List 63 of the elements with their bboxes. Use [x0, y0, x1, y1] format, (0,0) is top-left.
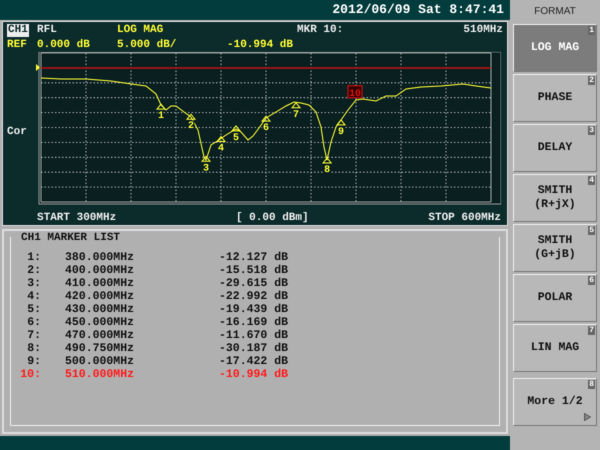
stop-frequency: STOP 600MHz — [428, 212, 501, 225]
marker-frequency: 430.000MHz — [65, 302, 136, 316]
marker-frequency: 510MHz — [463, 24, 503, 37]
softkey-number: 3 — [588, 126, 595, 135]
marker-number: 8: — [26, 342, 42, 356]
marker-number: 3: — [26, 276, 42, 290]
reference-pointer-icon — [36, 64, 40, 71]
scale-value: 5.000 dB/ — [117, 39, 178, 52]
start-frequency: START 300MHz — [37, 212, 116, 225]
softkey-number: 8 — [588, 380, 595, 389]
marker-number: 6: — [26, 316, 42, 330]
marker-number: 9: — [26, 355, 42, 368]
marker-frequency: 490.750MHz — [65, 342, 136, 356]
marker-frequency: 420.000MHz — [65, 290, 136, 303]
measurement-label: RFL — [37, 24, 58, 37]
marker-number: 7: — [26, 329, 42, 342]
marker-number: 10: — [19, 368, 42, 382]
marker-value: -19.439 dB — [219, 302, 290, 316]
marker-number: 1: — [26, 250, 42, 264]
menu-title: FORMAT — [534, 5, 576, 19]
marker-value: -11.670 dB — [219, 329, 290, 342]
marker-number: 5: — [26, 302, 42, 316]
marker-value: -10.994 dB — [227, 39, 294, 52]
marker-value: -22.992 dB — [219, 290, 290, 303]
marker-value: -29.615 dB — [219, 276, 290, 290]
softkey-number: 5 — [588, 226, 595, 235]
marker-frequency: 400.000MHz — [65, 264, 136, 277]
marker-value: -16.169 dB — [219, 316, 290, 330]
channel-label: CH1 — [7, 24, 29, 37]
marker-number: 2: — [26, 264, 42, 277]
marker-value: -17.422 dB — [219, 355, 290, 368]
reference-value: 0.000 dB — [37, 39, 91, 52]
correction-label: Cor — [6, 124, 28, 140]
softkey-number: 6 — [588, 276, 595, 285]
reference-label: REF — [7, 39, 28, 52]
marker-frequency: 450.000MHz — [65, 316, 136, 330]
format-label: LOG MAG — [117, 24, 164, 37]
marker-number: 4: — [26, 290, 42, 303]
marker-frequency: 510.000MHz — [65, 368, 136, 382]
source-power: [ 0.00 dBm] — [236, 212, 309, 225]
softkey-number: 4 — [588, 176, 595, 185]
softkey-number: 1 — [588, 26, 595, 35]
marker-frequency: 380.000MHz — [65, 250, 136, 264]
softkey-button[interactable]: POLAR 6 — [513, 274, 597, 322]
marker-value: -15.518 dB — [219, 264, 290, 277]
marker-frequency: 500.000MHz — [65, 355, 136, 368]
marker-frequency: 470.000MHz — [65, 329, 136, 342]
softkey-number: 7 — [588, 326, 595, 335]
softkey-button[interactable]: SMITH (R+jX) 4 — [513, 174, 597, 222]
marker-frequency: 410.000MHz — [65, 276, 136, 290]
date-time: 2012/06/09 Sat 8:47:41 — [332, 1, 504, 20]
softkey-button[interactable]: SMITH (G+jB) 5 — [513, 224, 597, 272]
softkey-button[interactable]: LIN MAG 7 — [513, 324, 597, 372]
softkey-button[interactable]: PHASE 2 — [513, 74, 597, 122]
marker-readout-label: MKR 10: — [297, 24, 344, 37]
marker-value: -30.187 dB — [219, 342, 290, 356]
marker[interactable]: 10 — [348, 85, 362, 100]
marker-value: -12.127 dB — [219, 250, 290, 264]
softkey-button[interactable]: DELAY 3 — [513, 124, 597, 172]
softkey-button[interactable]: LOG MAG 1 — [513, 24, 597, 72]
softkey-button[interactable]: More 1/2 8 — [513, 378, 597, 426]
softkey-number: 2 — [588, 76, 595, 85]
marker-value: -10.994 dB — [219, 368, 290, 382]
